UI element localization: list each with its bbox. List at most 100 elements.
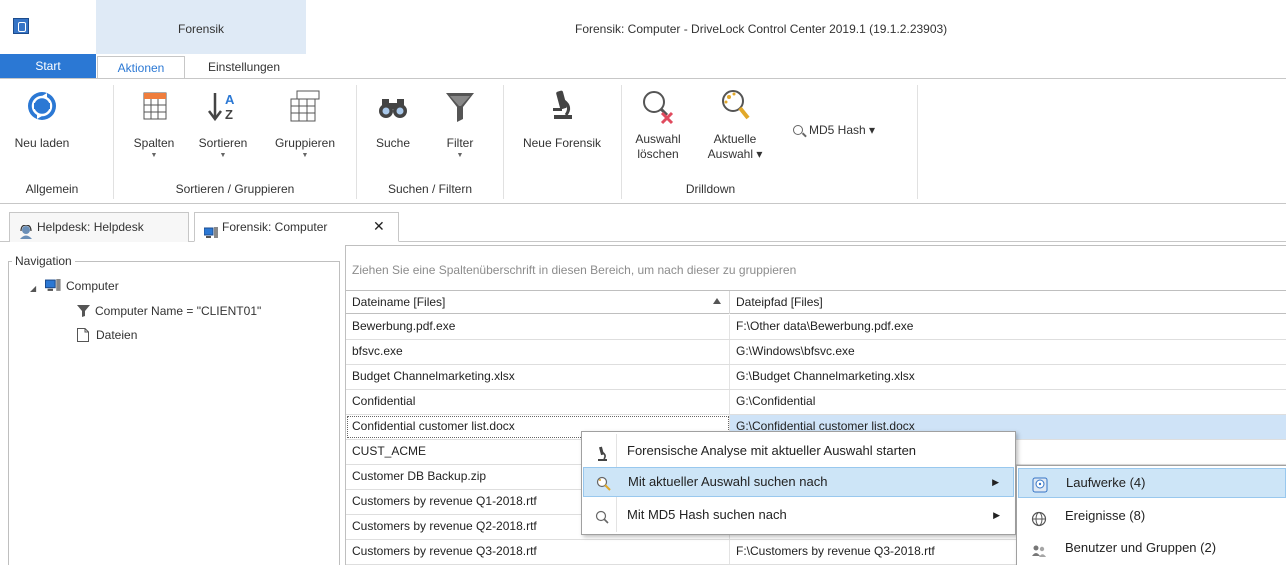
context-tab-group-label: Forensik: [177, 22, 224, 36]
clear-selection-label-1: Auswahl: [635, 132, 681, 146]
tab-start[interactable]: Start: [0, 54, 96, 79]
submenu-item-drives-label: Laufwerke (4): [1066, 475, 1146, 490]
app-icon[interactable]: [13, 18, 29, 34]
helpdesk-icon: [19, 221, 33, 239]
menu-item-search-by-selection-label: Mit aktueller Auswahl suchen nach: [628, 474, 828, 489]
sort-ascending-icon: [713, 298, 721, 304]
group-by-area[interactable]: Ziehen Sie eine Spaltenüberschrift in di…: [352, 263, 796, 277]
sort-label: Sortieren: [198, 136, 248, 150]
document-tabs: Helpdesk: Helpdesk Forensik: Computer ✕: [0, 205, 1286, 242]
menu-item-start-analysis-label: Forensische Analyse mit aktueller Auswah…: [627, 443, 917, 458]
column-header-filename-label: Dateiname [Files]: [352, 295, 446, 309]
tree-item-computer[interactable]: Computer: [44, 279, 119, 293]
tab-actions[interactable]: Aktionen: [97, 56, 185, 79]
submenu-item-users-groups-label: Benutzer und Gruppen (2): [1065, 540, 1217, 555]
group-label-sort-group: Sortieren / Gruppieren: [175, 182, 295, 196]
group-table-icon: [287, 87, 323, 125]
ribbon: Neu laden Spalten ▼ A Z Sortieren ▼ Grup…: [0, 78, 1286, 204]
menu-item-search-by-selection[interactable]: Mit aktueller Auswahl suchen nach ▶: [583, 467, 1014, 497]
cell-filepath: F:\Other data\Bewerbung.pdf.exe: [736, 319, 914, 333]
clear-search-icon: [640, 87, 676, 125]
current-selection-label-2: Auswahl ▾: [707, 147, 763, 161]
context-tab-group: Forensik: [96, 0, 306, 54]
search-button[interactable]: Suche: [364, 87, 422, 169]
column-header-filename[interactable]: Dateiname [Files]: [346, 291, 730, 314]
doc-tab-helpdesk-label: Helpdesk: Helpdesk: [37, 220, 144, 234]
reload-icon: [24, 87, 60, 125]
tree-expand-icon[interactable]: ◢: [30, 284, 36, 293]
new-forensic-button[interactable]: Neue Forensik: [510, 87, 614, 169]
clear-selection-label-2: löschen: [637, 147, 679, 161]
submenu-item-drives[interactable]: Laufwerke (4): [1018, 468, 1286, 498]
submenu-arrow-icon: ▶: [993, 510, 1000, 520]
reload-label: Neu laden: [14, 136, 70, 150]
cell-filepath: G:\Budget Channelmarketing.xlsx: [736, 369, 915, 383]
table-row[interactable]: Budget Channelmarketing.xlsx G:\Budget C…: [346, 365, 1286, 390]
search-label: Suche: [375, 136, 411, 150]
navigation-title: Navigation: [12, 254, 75, 268]
group-button[interactable]: Gruppieren ▼: [264, 87, 346, 169]
context-menu: Forensische Analyse mit aktueller Auswah…: [581, 431, 1016, 535]
current-selection-label-2-text: Auswahl: [707, 147, 753, 161]
svg-text:A: A: [225, 92, 235, 107]
submenu-item-users-groups[interactable]: Benutzer und Gruppen (2): [1018, 533, 1286, 563]
filter-icon: [442, 87, 478, 125]
tree-item-files-label: Dateien: [96, 328, 138, 342]
grid-header: Dateiname [Files] Dateipfad [Files]: [346, 290, 1286, 314]
chevron-down-icon: ▼: [219, 152, 227, 159]
ribbon-tab-row: Start Aktionen Einstellungen: [0, 54, 1286, 79]
tab-settings[interactable]: Einstellungen: [190, 56, 298, 79]
doc-tab-forensic-label: Forensik: Computer: [222, 220, 328, 234]
column-header-filepath-label: Dateipfad [Files]: [736, 295, 823, 309]
md5-hash-label: MD5 Hash: [809, 123, 866, 137]
tree-item-filter-label: Computer Name = "CLIENT01": [95, 304, 262, 318]
cell-filename: Bewerbung.pdf.exe: [346, 315, 730, 339]
submenu-arrow-icon: ▶: [992, 477, 999, 487]
md5-hash-dropdown[interactable]: MD5 Hash ▾: [793, 123, 875, 137]
submenu: Laufwerke (4) Ereignisse (8) Benutzer un…: [1016, 465, 1286, 565]
columns-icon: [136, 87, 172, 125]
sort-az-icon: A Z: [205, 87, 241, 125]
group-label-search-filter: Suchen / Filtern: [387, 182, 473, 196]
doc-tab-forensic[interactable]: Forensik: Computer: [194, 212, 399, 242]
microscope-icon: [544, 87, 580, 125]
chevron-down-icon: ▼: [456, 152, 464, 159]
chevron-down-icon: ▼: [150, 152, 158, 159]
group-separator: [917, 85, 918, 199]
cell-filename: Customers by revenue Q3-2018.rtf: [346, 540, 730, 564]
computer-icon: [203, 221, 218, 238]
computer-icon: [44, 279, 61, 291]
menu-item-start-analysis[interactable]: Forensische Analyse mit aktueller Auswah…: [583, 436, 1014, 466]
cell-filename: Confidential: [346, 390, 730, 414]
table-row[interactable]: bfsvc.exe G:\Windows\bfsvc.exe: [346, 340, 1286, 365]
cell-filepath: G:\Confidential: [736, 394, 816, 408]
group-label: Gruppieren: [274, 136, 336, 150]
reload-button[interactable]: Neu laden: [4, 87, 80, 169]
table-row[interactable]: Confidential G:\Confidential: [346, 390, 1286, 415]
cell-filename: Budget Channelmarketing.xlsx: [346, 365, 730, 389]
columns-button[interactable]: Spalten ▼: [124, 87, 184, 169]
close-icon[interactable]: ✕: [373, 212, 385, 240]
group-label-drilldown: Drilldown: [685, 182, 736, 196]
microscope-icon: [594, 443, 610, 461]
filter-icon: [77, 305, 90, 317]
tree-item-filter[interactable]: Computer Name = "CLIENT01": [77, 304, 261, 318]
document-icon: [77, 328, 89, 342]
table-row[interactable]: Bewerbung.pdf.exe F:\Other data\Bewerbun…: [346, 315, 1286, 340]
menu-item-search-by-md5[interactable]: Mit MD5 Hash suchen nach ▶: [583, 500, 1014, 530]
current-selection-button[interactable]: Aktuelle Auswahl ▾: [700, 87, 770, 169]
search-icon: [594, 507, 610, 524]
cell-filename: bfsvc.exe: [346, 340, 730, 364]
tree-item-files[interactable]: Dateien: [77, 328, 137, 342]
menu-item-search-by-md5-label: Mit MD5 Hash suchen nach: [627, 507, 787, 522]
filter-button[interactable]: Filter ▼: [430, 87, 490, 169]
column-header-filepath[interactable]: Dateipfad [Files]: [730, 291, 1286, 314]
tree-item-computer-label: Computer: [66, 279, 119, 293]
doc-tab-helpdesk[interactable]: Helpdesk: Helpdesk: [9, 212, 189, 242]
submenu-item-events[interactable]: Ereignisse (8): [1018, 501, 1286, 531]
clear-selection-button[interactable]: Auswahl löschen: [630, 87, 686, 169]
sort-button[interactable]: A Z Sortieren ▼: [190, 87, 256, 169]
drive-icon: [1032, 475, 1048, 493]
binoculars-icon: [375, 87, 411, 125]
users-icon: [1031, 540, 1047, 557]
